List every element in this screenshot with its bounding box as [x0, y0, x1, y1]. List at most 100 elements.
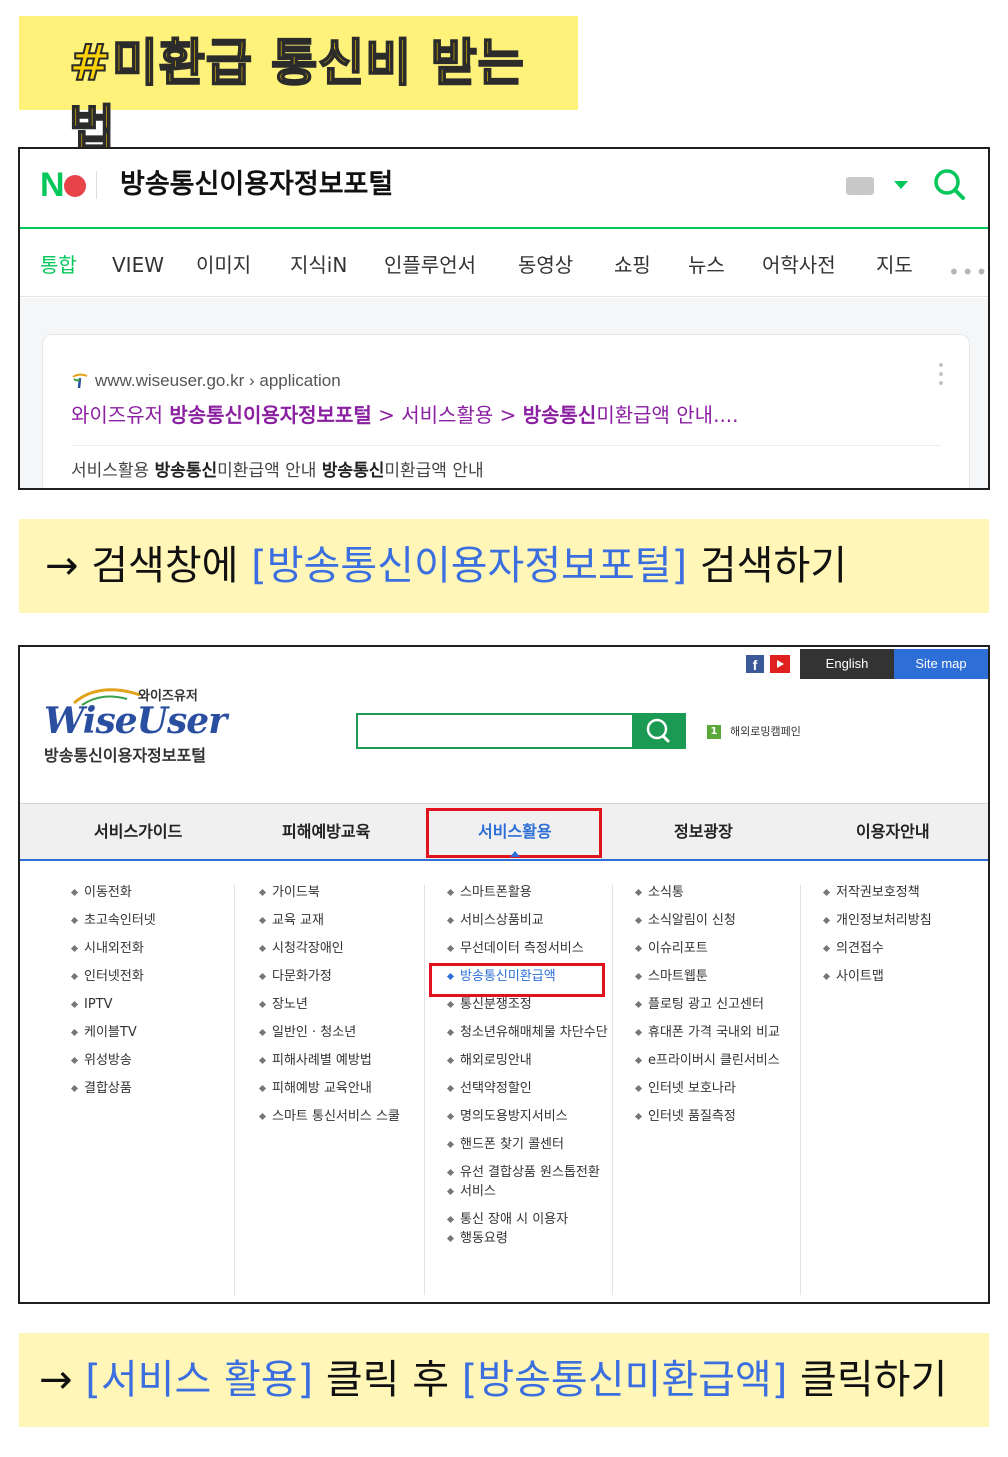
menu-item[interactable]: 시내외전화 [70, 939, 156, 958]
title-banner: #미환급 통신비 받는 법 [19, 16, 578, 159]
sitemap-button[interactable]: Site map [894, 649, 988, 679]
menu-item[interactable]: 일반인 · 청소년 [258, 1023, 400, 1042]
nav-info-plaza[interactable]: 정보광장 [674, 820, 733, 844]
menu-item[interactable]: 스마트폰활용 [446, 883, 608, 902]
menu-item-continued[interactable]: 행동요령 [446, 1229, 608, 1248]
youtube-icon[interactable] [770, 655, 790, 673]
menu-item[interactable]: 위성방송 [70, 1051, 156, 1070]
menu-item[interactable]: 교육 교재 [258, 911, 400, 930]
tab-view[interactable]: VIEW [112, 251, 164, 279]
naver-n-icon: N [40, 166, 65, 204]
nav-user-guide[interactable]: 이용자안내 [856, 820, 930, 844]
menu-item[interactable]: 명의도용방지서비스 [446, 1107, 608, 1126]
result-card: www.wiseuser.go.kr › application 와이즈유저 방… [42, 334, 970, 488]
menu-item[interactable]: 인터넷 품질측정 [634, 1107, 780, 1126]
menu-item-continued[interactable]: 서비스 [446, 1182, 608, 1201]
menu-column-2: 가이드북 교육 교재 시청각장애인 다문화가정 장노년 일반인 · 청소년 피해… [258, 883, 400, 1135]
search-input[interactable]: 방송통신이용자정보포털 [120, 165, 393, 205]
menu-item[interactable]: 스마트 통신서비스 스쿨 [258, 1107, 400, 1126]
page-title: #미환급 통신비 받는 법 [68, 33, 525, 159]
menu-item[interactable]: 유선 결합상품 원스톱전환 [446, 1163, 608, 1182]
site-logo[interactable]: WiseUser [44, 699, 227, 743]
menu-item[interactable]: 개인정보처리방침 [822, 911, 932, 930]
menu-item[interactable]: 통신분쟁조정 [446, 995, 608, 1014]
menu-item[interactable]: 해외로밍안내 [446, 1051, 608, 1070]
more-tabs-icon[interactable]: ••• [948, 262, 988, 282]
menu-item[interactable]: 플로팅 광고 신고센터 [634, 995, 780, 1014]
menu-item[interactable]: 소식통 [634, 883, 780, 902]
tab-dictionary[interactable]: 어학사전 [762, 251, 836, 279]
menu-item[interactable]: 핸드폰 찾기 콜센터 [446, 1135, 608, 1154]
naver-header: N 방송통신이용자정보포털 [20, 149, 988, 229]
menu-item[interactable]: 초고속인터넷 [70, 911, 156, 930]
menu-item[interactable]: IPTV [70, 995, 156, 1014]
menu-item[interactable]: e프라이버시 클린서비스 [634, 1051, 780, 1070]
menu-column-3: 스마트폰활용 서비스상품비교 무선데이터 측정서비스 방송통신미환급액 통신분쟁… [446, 883, 608, 1257]
menu-column-1: 이동전화 초고속인터넷 시내외전화 인터넷전화 IPTV 케이블TV 위성방송 … [70, 883, 156, 1107]
rank-badge: 1 [707, 725, 721, 739]
menu-item[interactable]: 케이블TV [70, 1023, 156, 1042]
menu-item[interactable]: 가이드북 [258, 883, 400, 902]
tab-map[interactable]: 지도 [876, 251, 913, 279]
tab-integrated[interactable]: 통합 [40, 251, 77, 279]
result-title-link[interactable]: 와이즈유저 방송통신이용자정보포털 > 서비스활용 > 방송통신미환급액 안내.… [71, 399, 739, 431]
column-divider [424, 885, 425, 1295]
menu-item[interactable]: 저작권보호정책 [822, 883, 932, 902]
menu-item[interactable]: 피해예방 교육안내 [258, 1079, 400, 1098]
menu-item[interactable]: 피해사례별 예방법 [258, 1051, 400, 1070]
more-options-icon[interactable] [939, 363, 943, 387]
result-divider [71, 445, 941, 446]
site-header: f English Site map 와이즈유저 WiseUser 방송통신이용… [20, 647, 988, 803]
english-button[interactable]: English [800, 649, 894, 679]
site-search-input[interactable] [356, 713, 634, 749]
column-divider [234, 885, 235, 1295]
menu-item[interactable]: 이동전화 [70, 883, 156, 902]
instruction-text-1: → 검색창에 [방송통신이용자정보포털] 검색하기 [45, 543, 848, 589]
trending-keyword[interactable]: 해외로밍캠페인 [730, 724, 801, 740]
facebook-icon[interactable]: f [746, 655, 764, 673]
menu-item[interactable]: 의견접수 [822, 939, 932, 958]
menu-item[interactable]: 사이트맵 [822, 967, 932, 986]
chevron-down-icon[interactable] [894, 181, 908, 189]
result-url[interactable]: www.wiseuser.go.kr › application [95, 369, 341, 393]
menu-item[interactable]: 선택약정할인 [446, 1079, 608, 1098]
tab-shopping[interactable]: 쇼핑 [614, 251, 651, 279]
tab-video[interactable]: 동영상 [518, 251, 573, 279]
tab-news[interactable]: 뉴스 [688, 251, 725, 279]
menu-item[interactable]: 인터넷 보호나라 [634, 1079, 780, 1098]
nav-service-guide[interactable]: 서비스가이드 [94, 820, 182, 844]
menu-column-5: 저작권보호정책 개인정보처리방침 의견접수 사이트맵 [822, 883, 932, 995]
tab-influencer[interactable]: 인플루언서 [384, 251, 476, 279]
menu-item[interactable]: 결합상품 [70, 1079, 156, 1098]
keyboard-icon[interactable] [846, 177, 874, 195]
menu-item[interactable]: 스마트웹툰 [634, 967, 780, 986]
mega-menu: 이동전화 초고속인터넷 시내외전화 인터넷전화 IPTV 케이블TV 위성방송 … [20, 863, 988, 1302]
menu-item[interactable]: 휴대폰 가격 국내외 비교 [634, 1023, 780, 1042]
tab-images[interactable]: 이미지 [196, 251, 251, 279]
menu-item[interactable]: 장노년 [258, 995, 400, 1014]
menu-item[interactable]: 인터넷전화 [70, 967, 156, 986]
site-search-button[interactable] [632, 713, 686, 749]
search-results: www.wiseuser.go.kr › application 와이즈유저 방… [20, 298, 988, 488]
wiseuser-site-screenshot: f English Site map 와이즈유저 WiseUser 방송통신이용… [18, 645, 990, 1304]
wiseuser-favicon-icon [72, 373, 88, 389]
menu-item[interactable]: 이슈리포트 [634, 939, 780, 958]
menu-item[interactable]: 다문화가정 [258, 967, 400, 986]
instruction-text-2: → [서비스 활용] 클릭 후 [방송통신미환급액] 클릭하기 [39, 1357, 948, 1403]
menu-item[interactable]: 무선데이터 측정서비스 [446, 939, 608, 958]
naver-logo[interactable]: N [40, 167, 90, 203]
menu-item[interactable]: 소식알림이 신청 [634, 911, 780, 930]
menu-column-4: 소식통 소식알림이 신청 이슈리포트 스마트웹툰 플로팅 광고 신고센터 휴대폰… [634, 883, 780, 1135]
menu-item[interactable]: 통신 장애 시 이용자 [446, 1210, 608, 1229]
header-divider [96, 171, 97, 199]
tab-knowledge[interactable]: 지식iN [290, 251, 347, 279]
search-icon[interactable] [932, 167, 966, 201]
nav-damage-prevention[interactable]: 피해예방교육 [282, 820, 370, 844]
menu-item[interactable]: 청소년유해매체물 차단수단 [446, 1023, 608, 1042]
column-divider [612, 885, 613, 1295]
result-description: 서비스활용 방송통신미환급액 안내 방송통신미환급액 안내 [71, 461, 484, 481]
nav-active-indicator [510, 851, 520, 857]
menu-item[interactable]: 시청각장애인 [258, 939, 400, 958]
logo-subtitle: 방송통신이용자정보포털 [44, 746, 206, 765]
menu-item[interactable]: 서비스상품비교 [446, 911, 608, 930]
